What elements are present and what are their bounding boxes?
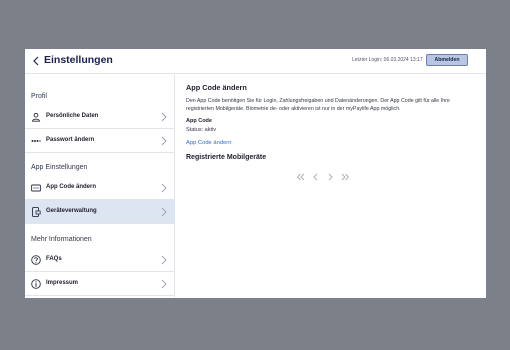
sidebar-item-change-password[interactable]: Passwort ändern — [25, 129, 175, 153]
registered-devices-heading: Registrierte Mobilgeräte — [186, 154, 267, 161]
sidebar-item-personal-data[interactable]: Persönliche Daten — [25, 105, 175, 129]
page-title: Einstellungen — [44, 54, 113, 66]
section-title-more-info: Mehr Informationen — [31, 236, 92, 243]
sidebar-item-faqs[interactable]: FAQs — [25, 248, 175, 272]
first-page-icon[interactable] — [296, 168, 305, 181]
previous-page-icon[interactable] — [311, 168, 320, 181]
app-code-icon — [31, 184, 41, 192]
settings-window: Einstellungen Letzter Login: 06.03.2024 … — [25, 49, 486, 298]
sidebar: Profil Persönliche Daten Passwort ändern… — [25, 75, 175, 298]
next-page-icon[interactable] — [326, 168, 335, 181]
sidebar-item-label: Impressum — [46, 280, 79, 286]
header: Einstellungen Letzter Login: 06.03.2024 … — [25, 49, 486, 74]
pagination — [296, 168, 350, 181]
sidebar-item-label: Persönliche Daten — [46, 113, 99, 119]
question-icon — [31, 255, 41, 265]
section-heading-app-code: App Code ändern — [186, 83, 247, 92]
info-icon — [31, 279, 41, 289]
chevron-right-icon — [161, 136, 167, 146]
sidebar-item-label: Passwort ändern — [46, 137, 95, 143]
section-title-app-settings: App Einstellungen — [31, 164, 88, 171]
back-arrow-icon[interactable] — [31, 54, 43, 68]
app-code-status: Status: aktiv — [186, 127, 216, 133]
app-code-label: App Code — [186, 118, 212, 124]
sidebar-item-device-management[interactable]: Geräteverwaltung — [25, 200, 175, 224]
change-app-code-link[interactable]: App Code ändern — [186, 140, 231, 146]
section-title-profil: Profil — [31, 93, 47, 100]
password-icon — [31, 140, 41, 142]
person-icon — [31, 112, 41, 122]
chevron-right-icon — [161, 112, 167, 122]
sidebar-item-label: FAQs — [46, 256, 62, 262]
last-page-icon[interactable] — [341, 168, 350, 181]
sidebar-item-imprint[interactable]: Impressum — [25, 272, 175, 296]
chevron-right-icon — [161, 207, 167, 217]
device-icon — [32, 207, 41, 217]
last-login-info: Letzter Login: 06.03.2024 13:17 — [352, 57, 423, 63]
sidebar-item-app-code[interactable]: App Code ändern — [25, 176, 175, 200]
chevron-right-icon — [161, 255, 167, 265]
chevron-right-icon — [161, 183, 167, 193]
app-code-description: Den App Code benötigen Sie für Login, Za… — [186, 98, 450, 113]
chevron-right-icon — [161, 279, 167, 289]
sidebar-item-label: Geräteverwaltung — [46, 208, 97, 214]
logout-button[interactable]: Abmelden — [426, 54, 468, 66]
sidebar-item-label: App Code ändern — [46, 184, 97, 190]
